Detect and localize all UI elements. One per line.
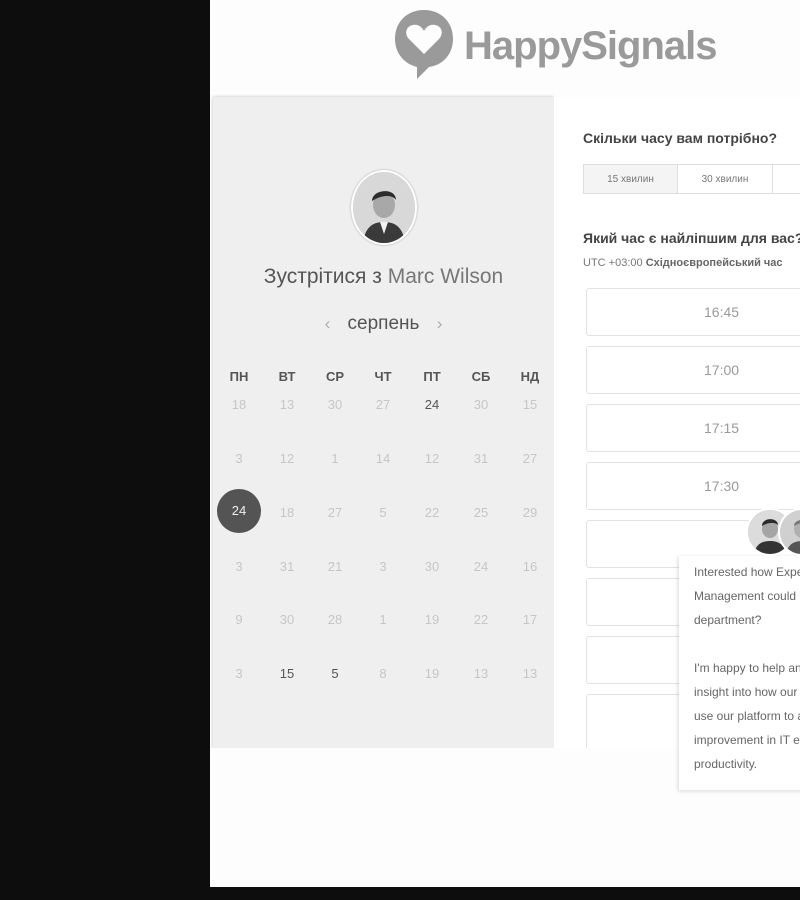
time-question: Який час є найліпшим для вас? [583,230,800,246]
next-month-button[interactable]: › [425,314,455,333]
heart-bubble-logo-icon [395,10,453,79]
host-name: Marc Wilson [387,265,504,288]
duration-question: Скільки часу вам потрібно? [583,130,778,146]
time-slot-label: 17:30 [704,478,740,494]
brand-name: HappySignals [464,24,718,68]
duration-option-more[interactable] [773,164,800,194]
calendar-day[interactable]: 30 [311,397,359,412]
calendar-day[interactable]: 28 [311,612,359,627]
duration-option-15[interactable]: 15 хвилин [583,164,678,194]
chat-message-line [679,632,800,656]
calendar-day[interactable]: 5 [359,505,407,520]
calendar-day[interactable]: 30 [263,612,311,627]
weekday-header: СБ [471,369,491,384]
chat-agent-avatars[interactable] [746,508,800,558]
calendar-day[interactable]: 13 [506,666,554,681]
time-slot-label: 17:00 [704,362,740,378]
calendar-day[interactable]: 13 [263,397,311,412]
calendar-day[interactable]: 14 [359,451,407,466]
time-slot-label: 17:15 [704,420,740,436]
calendar-day[interactable]: 27 [506,451,554,466]
calendar-day[interactable]: 22 [408,505,456,520]
timezone-name: Східноєвропейський час [645,257,783,269]
chat-message-line: productivity. [694,757,758,771]
calendar-day[interactable]: 3 [215,666,263,681]
meeting-title-prefix: Зустрітися з [263,265,382,288]
calendar-day[interactable]: 12 [408,451,456,466]
calendar-day[interactable]: 3 [359,559,407,574]
calendar-day[interactable]: 24 [457,559,505,574]
calendar-day[interactable]: 31 [263,559,311,574]
brand-logo: HappySignals [393,6,718,82]
person-photo-icon [353,172,415,243]
calendar-day[interactable]: 15 [263,666,311,681]
chat-message-line: Interested how Expe [694,565,800,579]
time-slot[interactable]: 17:15 [586,404,800,452]
timezone-label[interactable]: UTC +03:00 Східноєвропейський час [583,257,783,269]
calendar-day[interactable]: 16 [506,559,554,574]
calendar-day[interactable]: 18 [215,397,263,412]
weekday-header: СР [325,369,345,384]
weekday-header: ВТ [278,369,296,384]
calendar-day[interactable]: 17 [506,612,554,627]
weekday-header: ПТ [423,369,441,384]
calendar-day[interactable]: 9 [215,612,263,627]
calendar-day[interactable]: 19 [408,666,456,681]
calendar-day[interactable]: 24 [408,397,456,412]
time-slot[interactable]: 17:00 [586,346,800,394]
month-label: серпень [347,313,420,334]
calendar-day[interactable]: 3 [215,559,263,574]
calendar-day[interactable]: 8 [359,666,407,681]
chat-popup[interactable]: Interested how Expe Management could dep… [679,556,800,790]
time-slot[interactable]: 16:45 [586,288,800,336]
weekday-header: ЧТ [374,369,392,384]
person-photo-icon [780,510,800,554]
calendar-day[interactable]: 3 [215,451,263,466]
timezone-offset: UTC +03:00 [583,257,643,269]
calendar-day[interactable]: 27 [311,505,359,520]
calendar-day[interactable]: 1 [359,612,407,627]
calendar-day[interactable]: 30 [408,559,456,574]
weekday-header: НД [520,369,540,384]
calendar-panel: Зустрітися з Marc Wilson ‹ серпень › ПН В… [213,97,554,748]
month-navigation: ‹ серпень › [213,313,554,335]
chat-message-line: use our platform to a [694,709,800,723]
calendar-day[interactable]: 21 [311,559,359,574]
calendar-day[interactable]: 1 [311,451,359,466]
prev-month-button[interactable]: ‹ [313,314,343,333]
calendar-day[interactable]: 5 [311,666,359,681]
booking-page: HappySignals Зустрітися з Marc Wilson ‹ … [210,0,800,887]
chat-message-line: I'm happy to help an [694,661,800,675]
chat-message-line: improvement in IT e [694,733,800,747]
host-avatar [351,170,417,245]
meeting-title: Зустрітися з Marc Wilson [213,265,554,289]
calendar-day[interactable]: 18 [263,505,311,520]
chat-message-line: Management could [694,589,797,603]
chat-message-line: insight into how our [694,685,798,699]
weekday-header: ПН [229,369,249,384]
time-slot-label: 16:45 [704,304,740,320]
duration-option-30[interactable]: 30 хвилин [678,164,773,194]
chat-message-line: department? [694,613,762,627]
duration-selector: 15 хвилин 30 хвилин [583,164,800,194]
calendar-day[interactable]: 29 [506,505,554,520]
calendar-day[interactable]: 13 [457,666,505,681]
calendar-day[interactable]: 22 [457,612,505,627]
calendar-day[interactable]: 25 [457,505,505,520]
calendar-day[interactable]: 31 [457,451,505,466]
calendar-day[interactable]: 19 [408,612,456,627]
calendar-day[interactable]: 27 [359,397,407,412]
calendar-day[interactable]: 12 [263,451,311,466]
calendar-day-selected[interactable]: 24 [217,489,261,533]
calendar-day[interactable]: 30 [457,397,505,412]
calendar-day[interactable]: 15 [506,397,554,412]
time-slot[interactable]: 17:30 [586,462,800,510]
